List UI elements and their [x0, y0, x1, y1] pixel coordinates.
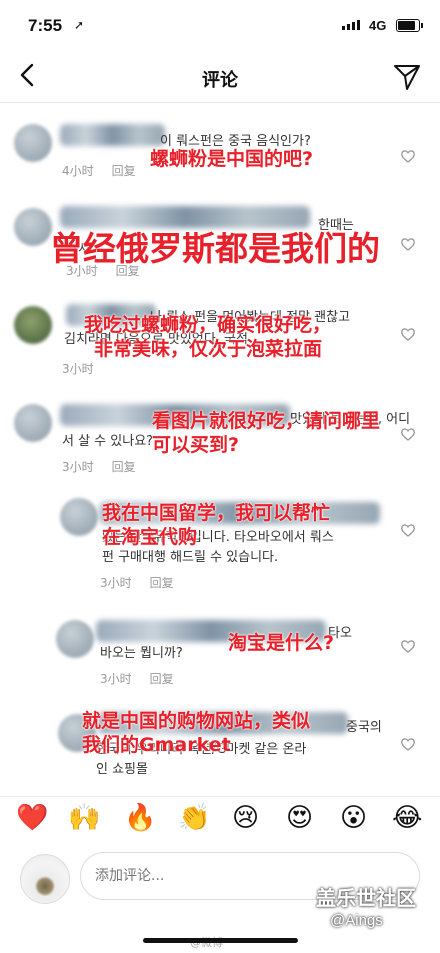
send-icon[interactable] [392, 62, 422, 92]
translation-overlay: 曾经俄罗斯都是我们的 [50, 229, 380, 268]
comment-time: 4小时 [62, 164, 94, 178]
emoji-quick-bar: ❤️ 🙌 🔥 👏 😢 😍 😮 😂 [0, 796, 440, 841]
comment-text: 이 뤄스펀은 중국 음식인가? [160, 134, 311, 149]
translation-line: 就是中国的购物网站，类似 [82, 710, 311, 732]
like-heart-icon[interactable] [400, 638, 416, 654]
avatar[interactable] [14, 124, 52, 162]
comment-meta: 3小时 回复 [100, 574, 174, 591]
home-indicator[interactable] [143, 938, 298, 943]
translation-overlay: 我在中国留学，我可以帮忙 在淘宝代购 [102, 502, 330, 550]
battery-icon [396, 19, 423, 32]
translation-overlay: 看图片就很好吃，请问哪里 可以买到? [152, 410, 380, 458]
comment-item: 한때는 러시 3小时 回复 曾经俄罗斯都是我们的 [0, 200, 440, 285]
my-avatar [20, 854, 70, 904]
translation-line: 看图片就很好吃，请问哪里 [152, 410, 381, 432]
fire-emoji-icon[interactable]: 🔥 [124, 803, 156, 833]
reply-button[interactable]: 回复 [150, 576, 174, 590]
comment-time: 3小时 [100, 672, 132, 686]
comment-text: 서 살 수 있나요? [62, 434, 154, 449]
page-title: 评论 [202, 70, 238, 91]
comment-item: 중국의 한국의 우리나라 옥션/G마켓 같은 온라 인 쇼핑몰 就是中国的购物网… [0, 708, 440, 788]
like-heart-icon[interactable] [400, 426, 416, 442]
translation-line: 我在中国留学，我可以帮忙 [102, 502, 331, 524]
comment-item: 있는 한국유학생입니다. 타오바오에서 뤄스 펀 구매대행 해드릴 수 있습니다… [0, 496, 440, 596]
comment-meta: 4小时 回复 [62, 162, 136, 179]
comment-item: 맛있어 보이는데, 어디 서 살 수 있나요? 3小时 回复 看图片就很好吃，请问… [0, 400, 440, 480]
surprised-face-emoji-icon[interactable]: 😮 [340, 803, 367, 833]
reply-button[interactable]: 回复 [150, 672, 174, 686]
translation-overlay: 我吃过螺蛳粉，确实很好吃， 非常美味，仅次于泡菜拉面 [84, 314, 331, 362]
translation-overlay: 螺蛳粉是中国的吧? [150, 148, 314, 170]
watermark-handle: @Aings [330, 912, 383, 929]
avatar[interactable] [14, 404, 52, 442]
blurred-username [60, 206, 310, 228]
translation-line: 非常美味，仅次于泡菜拉面 [94, 337, 323, 360]
comment-text: 중국의 [346, 720, 382, 735]
like-heart-icon[interactable] [400, 148, 416, 164]
watermark-community: 盖乐世社区 [316, 886, 416, 910]
heart-eyes-emoji-icon[interactable]: 😍 [286, 803, 313, 833]
avatar[interactable] [56, 620, 94, 658]
location-arrow-icon: ➚ [74, 18, 85, 32]
status-bar: 7:55 ➚ 4G [0, 0, 440, 50]
crying-face-emoji-icon[interactable]: 😢 [232, 803, 259, 833]
like-heart-icon[interactable] [400, 236, 416, 252]
comment-time: 3小时 [62, 460, 94, 474]
avatar[interactable] [14, 208, 52, 246]
red-heart-emoji-icon[interactable]: ❤️ [16, 803, 48, 833]
translation-line: 可以买到? [152, 433, 240, 456]
comment-item: 타오 바오는 뭡니까? 3小时 回复 淘宝是什么? [0, 612, 440, 692]
comment-text: 바오는 뭡니까? [100, 646, 183, 661]
like-heart-icon[interactable] [400, 326, 416, 342]
reply-button[interactable]: 回复 [112, 164, 136, 178]
comment-meta: 3小时 [62, 360, 94, 377]
comment-meta: 3小时 回复 [62, 458, 136, 475]
comment-item: 나 뤄스 펀을 먹어봤는데 정말 괜찮고 김치라면 다음으로 맛있었다. 국적 … [0, 300, 440, 380]
comment-item: 이 뤄스펀은 중국 음식인가? 4小时 回复 螺蛳粉是中国的吧? [0, 118, 440, 188]
tears-of-joy-emoji-icon[interactable]: 😂 [392, 803, 422, 833]
network-type: 4G [369, 18, 387, 33]
comment-time: 3小时 [100, 576, 132, 590]
clock: 7:55 [28, 16, 63, 35]
translation-overlay: 就是中国的购物网站，类似 我们的Gmarket [82, 710, 310, 758]
signal-icon [342, 20, 360, 30]
avatar[interactable] [14, 306, 52, 344]
translation-overlay: 淘宝是什么? [228, 632, 335, 654]
reply-button[interactable]: 回复 [112, 460, 136, 474]
translation-line: 我们的Gmarket [82, 733, 231, 756]
avatar[interactable] [60, 498, 98, 536]
comment-time: 3小时 [62, 362, 94, 376]
like-heart-icon[interactable] [400, 736, 416, 752]
translation-line: 在淘宝代购 [102, 525, 198, 548]
clapping-hands-emoji-icon[interactable]: 👏 [178, 803, 210, 833]
comment-text: 인 쇼핑몰 [96, 762, 148, 777]
like-heart-icon[interactable] [400, 522, 416, 538]
translation-line: 我吃过螺蛳粉，确实很好吃， [84, 314, 332, 336]
raising-hands-emoji-icon[interactable]: 🙌 [68, 803, 100, 833]
blurred-username [60, 124, 165, 146]
comment-meta: 3小时 回复 [100, 670, 174, 687]
nav-bar: 评论 [0, 52, 440, 103]
